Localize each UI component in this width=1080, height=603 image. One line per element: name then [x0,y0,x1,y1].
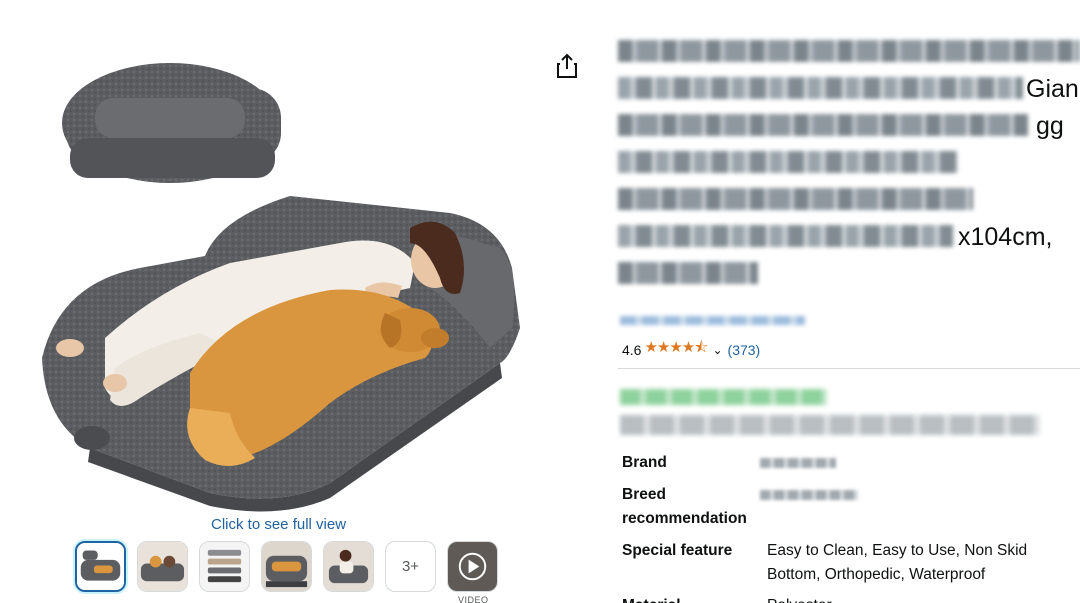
chevron-down-icon[interactable]: ⌄ [712,343,722,357]
spec-label: Special feature [622,542,733,559]
spec-value: Polyester [767,594,1067,603]
spec-value [760,451,1060,476]
spec-value: Easy to Clean, Easy to Use, Non Skid Bot… [767,542,1028,583]
full-view-link[interactable]: Click to see full view [211,516,346,533]
spec-label: Breed recommendation [622,486,747,527]
rating-row: 4.6 ★★★★⯪ ⌄ (373) [622,337,760,362]
rating-count-link[interactable]: (373) [728,342,761,358]
main-product-image[interactable] [30,28,550,513]
title-fragment-6: x104cm, [958,223,1053,251]
star-rating-icon[interactable]: ★★★★⯪ [644,337,708,362]
spec-label: Material [622,594,762,603]
video-label: VIDEO [458,595,489,603]
rating-value: 4.6 [622,341,642,358]
video-thumbnail[interactable] [447,541,498,592]
share-icon [557,53,577,78]
share-button[interactable] [554,52,580,80]
title-fragment-3: gg [1036,112,1064,140]
thumbnail-3[interactable] [199,541,250,592]
thumbnail-1[interactable] [75,541,126,592]
sub-info [620,415,1040,435]
thumbnail-2[interactable] [137,541,188,592]
spec-value [760,483,1060,508]
divider [618,368,1080,369]
thumbnail-5[interactable] [323,541,374,592]
spec-label: Brand [622,454,667,471]
store-link[interactable] [620,316,805,325]
small-bed-illustration [62,63,281,183]
product-title: Gian gg x104cm, [618,40,1080,299]
title-fragment-2: Gian [1026,75,1079,103]
more-images-button[interactable]: 3+ [385,541,436,592]
deal-badge [620,389,827,405]
thumbnail-4[interactable] [261,541,312,592]
